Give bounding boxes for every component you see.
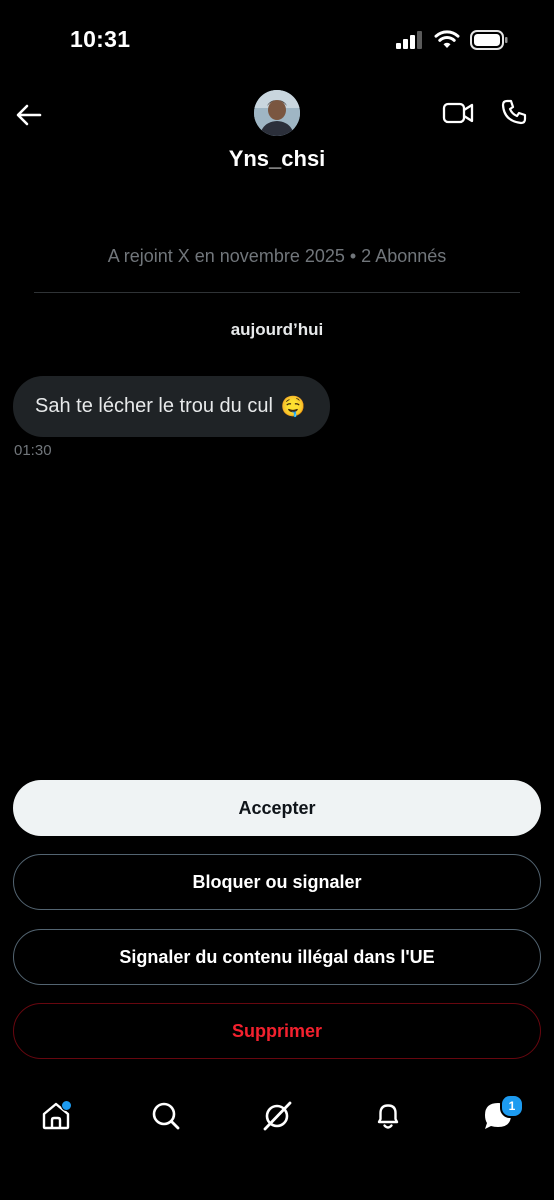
conversation-header: Yns_chsi	[0, 80, 554, 190]
day-separator: aujourd’hui	[230, 320, 324, 339]
back-arrow-icon[interactable]	[14, 100, 44, 130]
battery-icon	[470, 30, 508, 55]
search-icon	[150, 1100, 182, 1137]
grok-icon	[260, 1099, 294, 1138]
joined-info: A rejoint X en novembre 2025 • 2 Abonnés	[107, 246, 447, 266]
status-bar: 10:31	[0, 0, 554, 80]
home-notification-dot	[61, 1100, 72, 1111]
cellular-signal-icon	[396, 31, 424, 54]
delete-button[interactable]: Supprimer	[13, 1003, 541, 1059]
divider	[34, 292, 520, 293]
block-or-report-button[interactable]: Bloquer ou signaler	[13, 854, 541, 910]
tab-search[interactable]	[146, 1098, 186, 1138]
message-bubble[interactable]: Sah te lécher le trou du cul 🤤	[13, 376, 330, 437]
wifi-icon	[434, 30, 460, 55]
tab-grok[interactable]	[257, 1098, 297, 1138]
report-illegal-content-button[interactable]: Signaler du contenu illégal dans l'UE	[13, 929, 541, 985]
drooling-face-emoji-icon: 🤤	[280, 396, 306, 418]
bell-icon	[372, 1100, 404, 1137]
conversation-username[interactable]: Yns_chsi	[0, 146, 554, 172]
phone-call-icon[interactable]	[500, 98, 528, 131]
video-call-icon[interactable]	[442, 100, 474, 131]
tab-notifications[interactable]	[368, 1098, 408, 1138]
message-text: Sah te lécher le trou du cul	[35, 395, 273, 417]
status-time: 10:31	[70, 26, 131, 52]
tab-home[interactable]	[36, 1098, 76, 1138]
tab-messages[interactable]: 1	[478, 1094, 524, 1138]
bottom-tab-bar: 1	[0, 1080, 554, 1155]
accept-button[interactable]: Accepter	[13, 780, 541, 836]
avatar[interactable]	[254, 90, 300, 136]
status-icons	[396, 30, 508, 55]
message-timestamp: 01:30	[14, 442, 52, 459]
messages-badge: 1	[500, 1094, 524, 1118]
